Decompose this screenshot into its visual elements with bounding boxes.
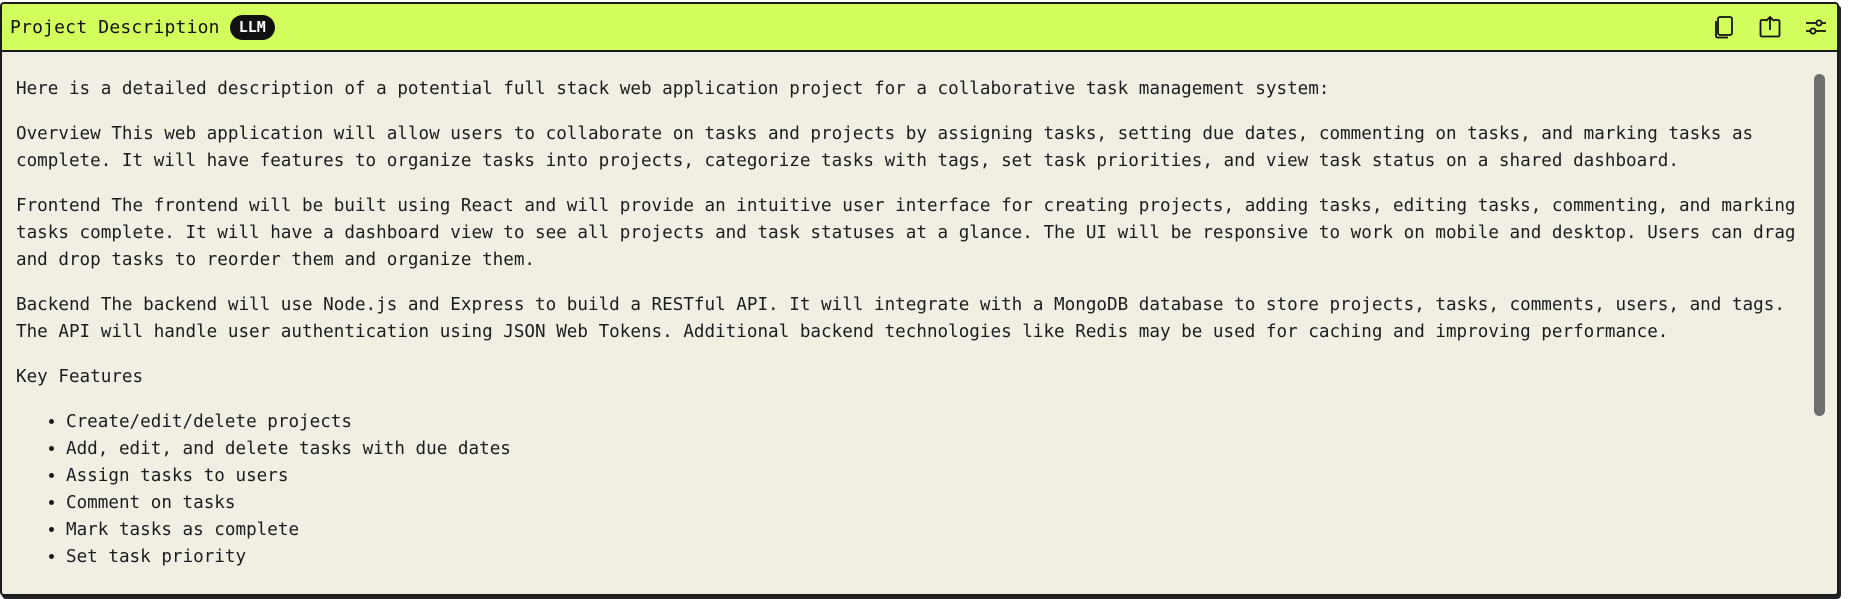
list-item: Create/edit/delete projects	[66, 409, 1823, 436]
list-item: Set task priority	[66, 544, 1823, 571]
key-features-heading: Key Features	[16, 367, 144, 387]
export-icon[interactable]	[1757, 14, 1783, 40]
frontend-paragraph: Frontend The frontend will be built usin…	[16, 196, 1807, 270]
list-item: Add, edit, and delete tasks with due dat…	[66, 436, 1823, 463]
llm-badge: LLM	[229, 14, 275, 40]
backend-paragraph: Backend The backend will use Node.js and…	[16, 295, 1796, 342]
description-content: Here is a detailed description of a pote…	[2, 52, 1837, 594]
settings-sliders-icon[interactable]	[1803, 14, 1829, 40]
intro-paragraph: Here is a detailed description of a pote…	[16, 79, 1330, 99]
copy-icon[interactable]	[1711, 14, 1737, 40]
list-item: Comment on tasks	[66, 490, 1823, 517]
list-item: Assign tasks to users	[66, 463, 1823, 490]
overview-paragraph: Overview This web application will allow…	[16, 124, 1764, 171]
vertical-scrollbar[interactable]	[1814, 74, 1825, 416]
list-item: Mark tasks as complete	[66, 517, 1823, 544]
features-list: Create/edit/delete projects Add, edit, a…	[16, 409, 1823, 571]
panel-header: Project Description LLM	[2, 4, 1837, 52]
panel-title: Project Description	[10, 16, 220, 38]
project-description-panel: Project Description LLM Here is a detail…	[0, 2, 1839, 596]
